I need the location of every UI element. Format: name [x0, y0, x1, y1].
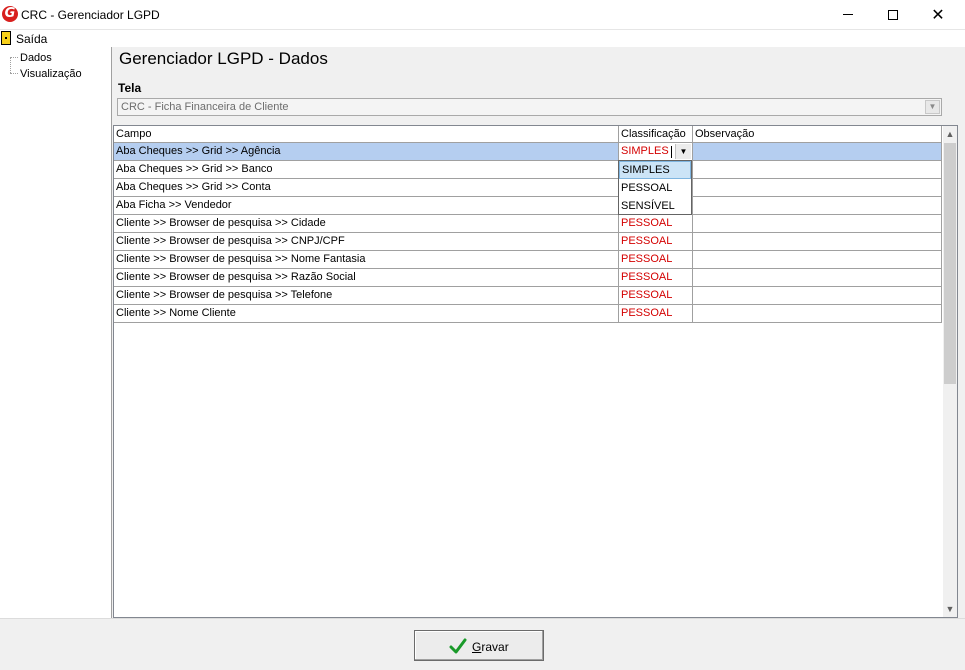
table-row[interactable]: Aba Cheques >> Grid >> Banco [114, 161, 942, 179]
minimize-button[interactable] [825, 0, 871, 30]
chevron-down-icon[interactable]: ▼ [675, 144, 691, 159]
menu-exit-label: Saída [16, 32, 48, 46]
cell-classificacao[interactable]: PESSOAL [619, 215, 693, 233]
dropdown-option-sensivel[interactable]: SENSÍVEL [619, 197, 691, 215]
tree-connector [10, 57, 18, 58]
checkmark-icon [449, 638, 467, 654]
cell-observacao[interactable] [693, 215, 942, 233]
maximize-button[interactable] [870, 0, 916, 30]
exit-door-icon [1, 31, 11, 45]
column-header-classificacao[interactable]: Classificação [619, 126, 693, 143]
maximize-icon [888, 9, 898, 20]
cell-observacao[interactable] [693, 179, 942, 197]
cell-campo[interactable]: Cliente >> Browser de pesquisa >> Nome F… [114, 251, 619, 269]
screen-select[interactable]: CRC - Ficha Financeira de Cliente ▼ [117, 98, 942, 116]
cell-campo[interactable]: Aba Cheques >> Grid >> Conta [114, 179, 619, 197]
cell-campo[interactable]: Cliente >> Browser de pesquisa >> CNPJ/C… [114, 233, 619, 251]
classification-editor-value: SIMPLES [621, 145, 669, 157]
table-row[interactable]: Cliente >> Nome Cliente PESSOAL [114, 305, 942, 323]
navigation-tree: Dados Visualização [0, 47, 112, 618]
cell-observacao[interactable] [693, 161, 942, 179]
cell-campo[interactable]: Cliente >> Nome Cliente [114, 305, 619, 323]
column-header-campo[interactable]: Campo [114, 126, 619, 143]
cell-campo[interactable]: Aba Ficha >> Vendedor [114, 197, 619, 215]
table-row[interactable]: Cliente >> Browser de pesquisa >> Nome F… [114, 251, 942, 269]
save-button[interactable]: Gravar [414, 630, 544, 661]
scroll-up-icon[interactable]: ▲ [943, 126, 957, 142]
screen-label: Tela [118, 81, 142, 95]
scroll-down-icon[interactable]: ▼ [943, 601, 957, 617]
cell-classificacao[interactable]: PESSOAL [619, 287, 693, 305]
minimize-icon [843, 14, 853, 15]
column-header-observacao[interactable]: Observação [693, 126, 942, 143]
menu-exit[interactable]: Saída [0, 30, 47, 47]
cell-campo[interactable]: Cliente >> Browser de pesquisa >> Telefo… [114, 287, 619, 305]
cell-observacao[interactable] [693, 233, 942, 251]
text-caret [671, 146, 672, 158]
cell-observacao[interactable] [693, 143, 942, 161]
cell-classificacao[interactable]: PESSOAL [619, 269, 693, 287]
cell-classificacao[interactable]: PESSOAL [619, 233, 693, 251]
cell-observacao[interactable] [693, 197, 942, 215]
cell-observacao[interactable] [693, 269, 942, 287]
table-row[interactable]: Aba Cheques >> Grid >> Agência SIMPLES ▼ [114, 143, 942, 161]
screen-select-value: CRC - Ficha Financeira de Cliente [121, 101, 289, 113]
cell-classificacao[interactable]: PESSOAL [619, 305, 693, 323]
chevron-down-icon[interactable]: ▼ [925, 100, 940, 114]
classification-editor[interactable]: SIMPLES ▼ [619, 143, 693, 161]
title-bar: G CRC - Gerenciador LGPD ✕ [0, 0, 965, 30]
tree-connector [10, 73, 18, 74]
cell-observacao[interactable] [693, 251, 942, 269]
app-logo-icon: G [2, 6, 18, 22]
dropdown-option-simples[interactable]: SIMPLES [619, 161, 691, 179]
cell-campo[interactable]: Cliente >> Browser de pesquisa >> Razão … [114, 269, 619, 287]
menu-bar: Saída [0, 30, 965, 47]
scrollbar-thumb[interactable] [944, 143, 956, 384]
table-row[interactable]: Aba Cheques >> Grid >> Conta [114, 179, 942, 197]
window-title: CRC - Gerenciador LGPD [21, 8, 160, 22]
cell-observacao[interactable] [693, 305, 942, 323]
cell-campo[interactable]: Cliente >> Browser de pesquisa >> Cidade [114, 215, 619, 233]
close-button[interactable]: ✕ [915, 0, 961, 30]
tree-item-dados[interactable]: Dados [20, 52, 52, 64]
fields-grid: Campo Classificação Observação Aba Chequ… [113, 125, 958, 618]
close-icon: ✕ [931, 5, 945, 24]
grid-header: Campo Classificação Observação [114, 126, 942, 143]
classification-dropdown-list: SIMPLES PESSOAL SENSÍVEL [618, 160, 692, 215]
table-row[interactable]: Cliente >> Browser de pesquisa >> Cidade… [114, 215, 942, 233]
cell-campo[interactable]: Aba Cheques >> Grid >> Agência [114, 143, 619, 161]
table-row[interactable]: Aba Ficha >> Vendedor [114, 197, 942, 215]
tree-connector [10, 57, 11, 73]
save-button-label: Gravar [472, 640, 509, 654]
page-title: Gerenciador LGPD - Dados [119, 49, 328, 68]
cell-observacao[interactable] [693, 287, 942, 305]
vertical-scrollbar[interactable]: ▲ ▼ [943, 126, 957, 617]
table-row[interactable]: Cliente >> Browser de pesquisa >> CNPJ/C… [114, 233, 942, 251]
cell-classificacao[interactable]: PESSOAL [619, 251, 693, 269]
cell-campo[interactable]: Aba Cheques >> Grid >> Banco [114, 161, 619, 179]
dropdown-option-pessoal[interactable]: PESSOAL [619, 179, 691, 197]
table-row[interactable]: Cliente >> Browser de pesquisa >> Telefo… [114, 287, 942, 305]
table-row[interactable]: Cliente >> Browser de pesquisa >> Razão … [114, 269, 942, 287]
tree-item-visualizacao[interactable]: Visualização [20, 68, 82, 80]
